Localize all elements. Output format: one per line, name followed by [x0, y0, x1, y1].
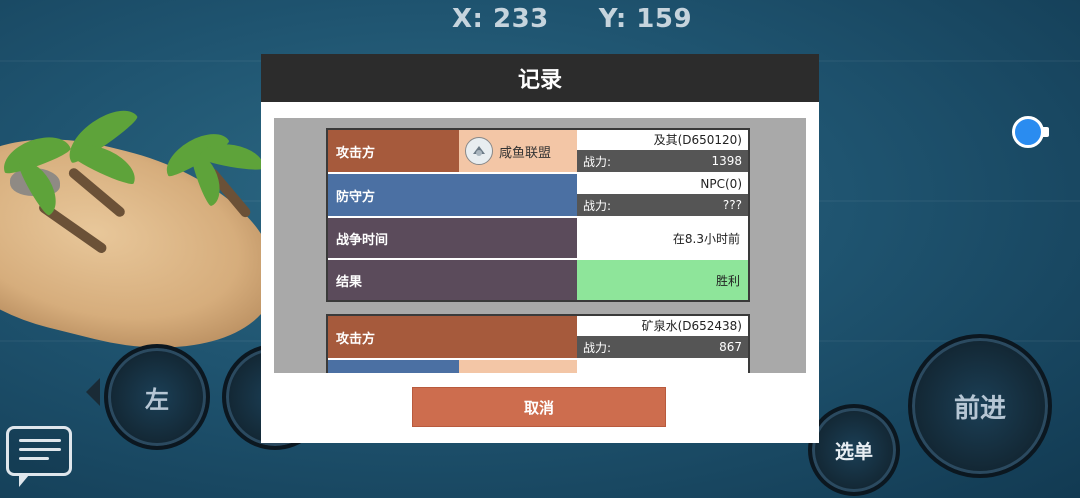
- result-value: 胜利: [577, 260, 748, 300]
- menu-button[interactable]: 选单: [808, 404, 900, 496]
- alliance-name: 咸鱼联盟: [499, 145, 552, 161]
- attacker-power: 战力: 867: [577, 336, 748, 358]
- alliance-emblem-icon: [465, 137, 493, 165]
- dialog-title: 记录: [261, 54, 819, 102]
- attacker-name: 矿泉水(D652438): [577, 316, 748, 336]
- forward-label: 前进: [953, 393, 1006, 424]
- attacker-alliance: 咸鱼联盟: [459, 130, 577, 172]
- defender-info: NPC(0) 战力: ???: [577, 174, 748, 216]
- attacker-power-value: 1398: [711, 154, 742, 168]
- coordinates-readout: X: 233 Y: 159: [452, 4, 742, 34]
- result-label: 结果: [328, 260, 577, 300]
- y-coordinate: Y: 159: [598, 4, 693, 34]
- time-row: 战争时间 在8.3小时前: [328, 218, 748, 260]
- forward-button[interactable]: 前进: [908, 334, 1052, 478]
- attacker-power-label: 战力:: [583, 154, 612, 169]
- defender-row: 防守方 NPC(0) 战力: ???: [328, 174, 748, 218]
- x-coordinate: X: 233: [452, 4, 549, 34]
- attacker-label: 攻击方: [328, 316, 577, 358]
- attacker-label: 攻击方: [328, 130, 459, 172]
- next-row-partial: [328, 360, 748, 373]
- record-list[interactable]: 攻击方 咸鱼联盟 及其(D650120) 战力: 1398 防守方 NPC(0)…: [274, 118, 806, 373]
- cancel-button[interactable]: 取消: [412, 387, 666, 427]
- defender-power-label: 战力:: [583, 198, 612, 213]
- attacker-power-value: 867: [719, 340, 742, 354]
- attacker-row: 攻击方 矿泉水(D652438) 战力: 867: [328, 316, 748, 360]
- menu-label: 选单: [834, 440, 873, 463]
- defender-power-value: ???: [722, 198, 742, 212]
- attacker-power-label: 战力:: [583, 340, 612, 355]
- attacker-info: 矿泉水(D652438) 战力: 867: [577, 316, 748, 358]
- defender-label: 防守方: [328, 174, 577, 216]
- record-card: 攻击方 矿泉水(D652438) 战力: 867: [326, 314, 750, 373]
- compass-indicator-icon[interactable]: [1012, 116, 1049, 148]
- time-value: 在8.3小时前: [577, 218, 748, 258]
- left-turn-label: 左: [145, 385, 169, 414]
- attacker-name: 及其(D650120): [577, 130, 748, 150]
- attacker-info: 及其(D650120) 战力: 1398: [577, 130, 748, 172]
- battle-record-dialog: 记录 攻击方 咸鱼联盟 及其(D650120) 战力: 1398 防守方 NPC…: [261, 54, 819, 443]
- defender-power: 战力: ???: [577, 194, 748, 216]
- time-label: 战争时间: [328, 218, 577, 258]
- defender-name: NPC(0): [577, 174, 748, 194]
- chat-bubble-icon[interactable]: [6, 426, 72, 487]
- attacker-row: 攻击方 咸鱼联盟 及其(D650120) 战力: 1398: [328, 130, 748, 174]
- arrow-left-icon: [86, 378, 100, 406]
- attacker-power: 战力: 1398: [577, 150, 748, 172]
- result-row: 结果 胜利: [328, 260, 748, 300]
- record-card: 攻击方 咸鱼联盟 及其(D650120) 战力: 1398 防守方 NPC(0)…: [326, 128, 750, 302]
- left-turn-button[interactable]: 左: [104, 344, 210, 450]
